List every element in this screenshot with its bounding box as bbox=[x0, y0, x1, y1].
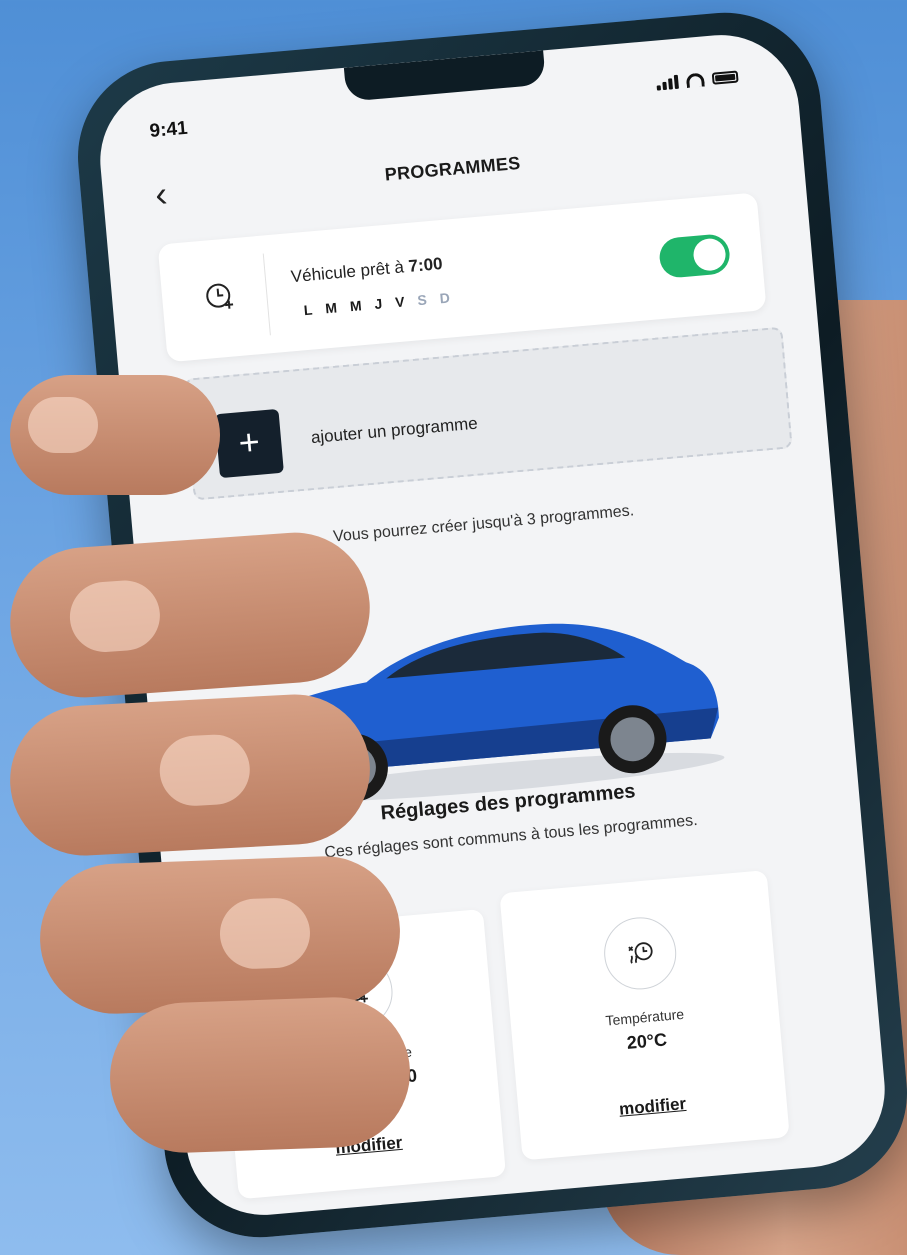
ready-time-text: Véhicule prêt à 7:00 bbox=[290, 254, 443, 287]
schedule-toggle[interactable] bbox=[657, 233, 732, 279]
day-thursday: J bbox=[373, 295, 384, 313]
status-time: 9:41 bbox=[148, 117, 189, 142]
day-monday: L bbox=[303, 301, 315, 319]
plus-icon[interactable]: + bbox=[214, 408, 284, 479]
temperature-modify-link[interactable]: modifier bbox=[518, 1085, 787, 1128]
finger-index bbox=[10, 375, 220, 495]
finger-little bbox=[37, 853, 403, 1017]
finger-middle bbox=[5, 527, 375, 703]
battery-icon bbox=[711, 70, 739, 85]
signal-icon bbox=[656, 74, 679, 91]
charge-clock-icon bbox=[206, 283, 234, 309]
ready-time: 7:00 bbox=[407, 254, 444, 276]
add-program-label: ajouter un programme bbox=[310, 413, 479, 448]
day-sunday: D bbox=[439, 289, 452, 307]
finger-ring bbox=[6, 690, 374, 860]
wifi-icon bbox=[685, 72, 705, 89]
status-icons bbox=[656, 70, 739, 91]
day-saturday: S bbox=[416, 291, 429, 309]
temperature-tile: Température 20°C modifier bbox=[499, 870, 790, 1161]
day-wednesday: M bbox=[349, 297, 364, 315]
divider bbox=[262, 253, 271, 336]
day-list: L M M J V S D bbox=[303, 289, 451, 318]
climate-icon bbox=[601, 914, 680, 993]
day-friday: V bbox=[394, 293, 407, 311]
day-tuesday: M bbox=[324, 299, 339, 317]
ready-label: Véhicule prêt à bbox=[290, 257, 405, 287]
finger-lower bbox=[107, 994, 413, 1156]
